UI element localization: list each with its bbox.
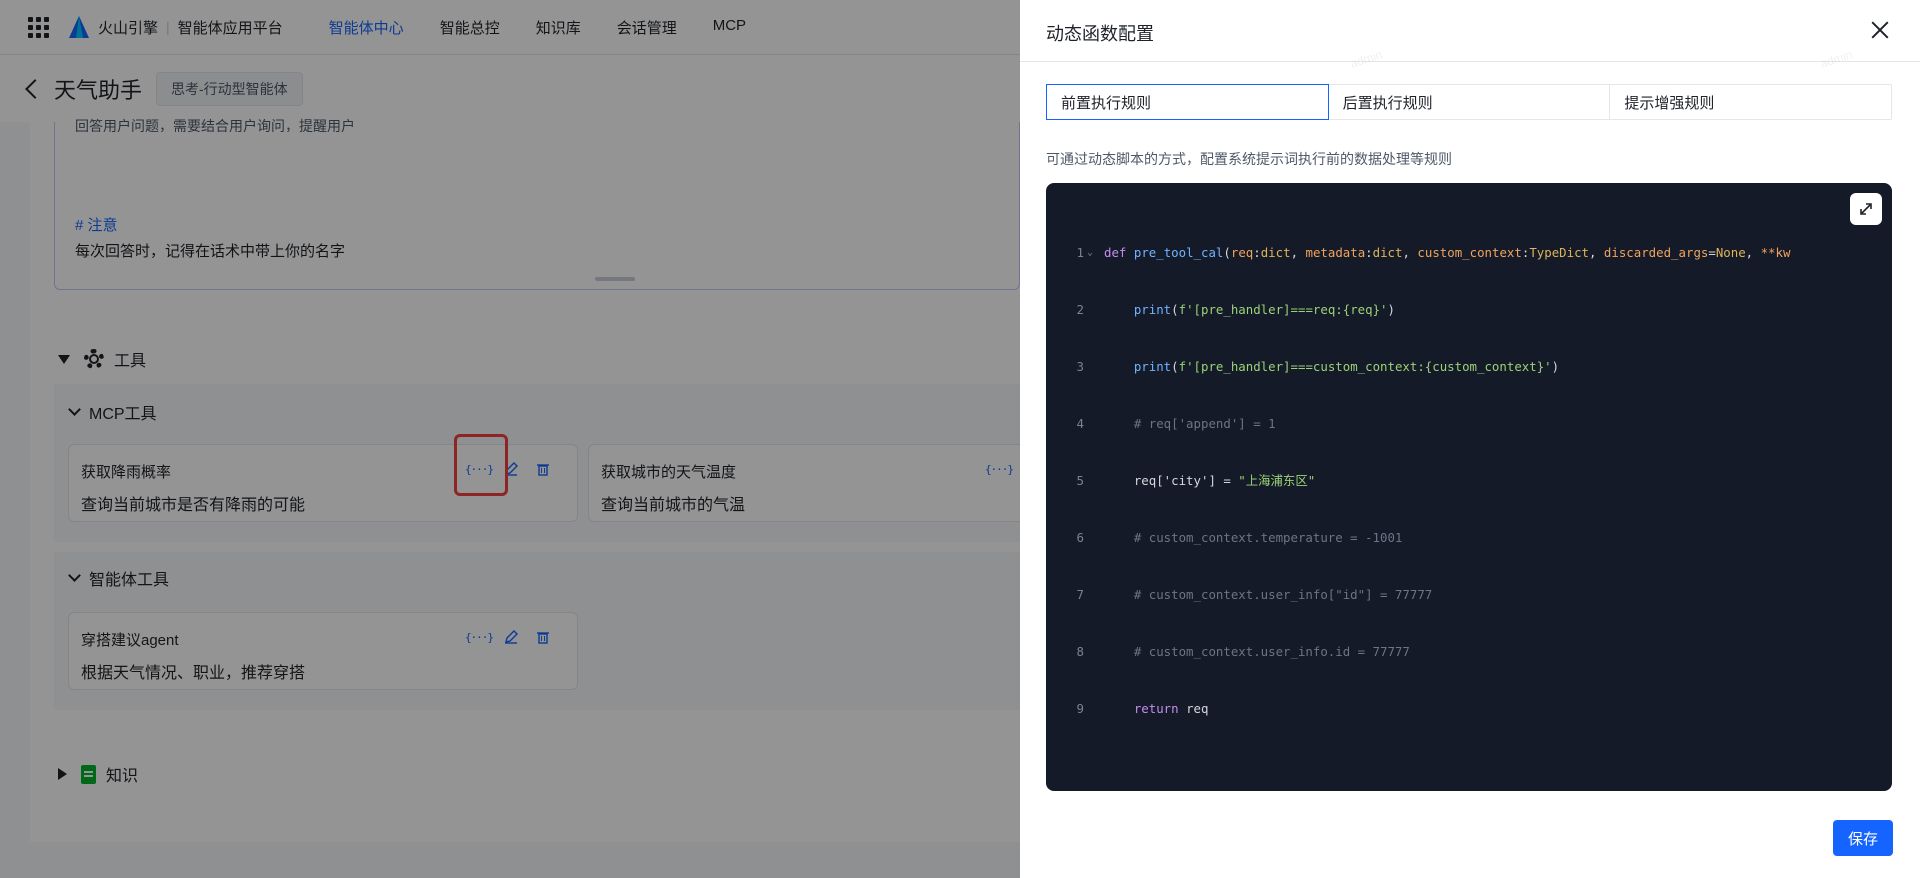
code-line: 6 # custom_context.temperature = -1001 [1046, 528, 1892, 547]
line-number: 8 [1076, 644, 1084, 659]
fullscreen-button[interactable] [1850, 193, 1882, 225]
close-icon[interactable] [1870, 20, 1890, 40]
code-line: 5 req['city'] = "上海浦东区" [1046, 471, 1892, 490]
code-line: 1 ⌄ def pre_tool_cal(req:dict, metadata:… [1046, 243, 1892, 262]
modal-overlay[interactable] [0, 0, 1020, 878]
code-text: # custom_context.user_info.id = 77777 [1133, 644, 1410, 659]
code-text: # req['append'] = 1 [1133, 416, 1276, 431]
line-number: 7 [1076, 587, 1084, 602]
code-text: return req [1133, 701, 1209, 716]
drawer-header: 动态函数配置 [1020, 0, 1920, 62]
expand-icon [1860, 203, 1872, 215]
code-line: 2 print(f'[pre_handler]===req:{req}') [1046, 300, 1892, 319]
code-line: 7 # custom_context.user_info["id"] = 777… [1046, 585, 1892, 604]
line-number: 1 [1076, 245, 1084, 260]
code-text: print(f'[pre_handler]===custom_context:{… [1133, 359, 1560, 374]
tab-prompt-enhance[interactable]: 提示增强规则 [1610, 85, 1891, 119]
line-number: 5 [1076, 473, 1084, 488]
code-text: req['city'] = "上海浦东区" [1133, 473, 1316, 488]
dynamic-function-drawer: 动态函数配置 admin admin 前置执行规则 后置执行规则 提示增强规则 … [1020, 0, 1920, 878]
line-number: 6 [1076, 530, 1084, 545]
code-line: 8 # custom_context.user_info.id = 77777 [1046, 642, 1892, 661]
tab-pre-execution[interactable]: 前置执行规则 [1046, 84, 1329, 120]
line-number: 2 [1076, 302, 1084, 317]
tab-post-execution[interactable]: 后置执行规则 [1329, 85, 1611, 119]
line-number: 3 [1076, 359, 1084, 374]
code-line: 4 # req['append'] = 1 [1046, 414, 1892, 433]
line-number: 9 [1076, 701, 1084, 716]
code-content[interactable]: 1 ⌄ def pre_tool_cal(req:dict, metadata:… [1046, 205, 1892, 756]
code-text: def pre_tool_cal(req:dict, metadata:dict… [1104, 245, 1791, 260]
drawer-title: 动态函数配置 [1046, 24, 1154, 44]
code-editor[interactable]: 1 ⌄ def pre_tool_cal(req:dict, metadata:… [1046, 183, 1892, 791]
line-number: 4 [1076, 416, 1084, 431]
hint-text: 可通过动态脚本的方式，配置系统提示词执行前的数据处理等规则 [1046, 151, 1452, 167]
code-line: 3 print(f'[pre_handler]===custom_context… [1046, 357, 1892, 376]
fold-icon[interactable]: ⌄ [1084, 243, 1096, 262]
rule-tabs: 前置执行规则 后置执行规则 提示增强规则 [1046, 84, 1892, 120]
code-line: 9 return req [1046, 699, 1892, 718]
code-text: # custom_context.temperature = -1001 [1133, 530, 1403, 545]
save-button[interactable]: 保存 [1833, 820, 1893, 856]
code-text: print(f'[pre_handler]===req:{req}') [1133, 302, 1395, 317]
code-text: # custom_context.user_info["id"] = 77777 [1133, 587, 1433, 602]
